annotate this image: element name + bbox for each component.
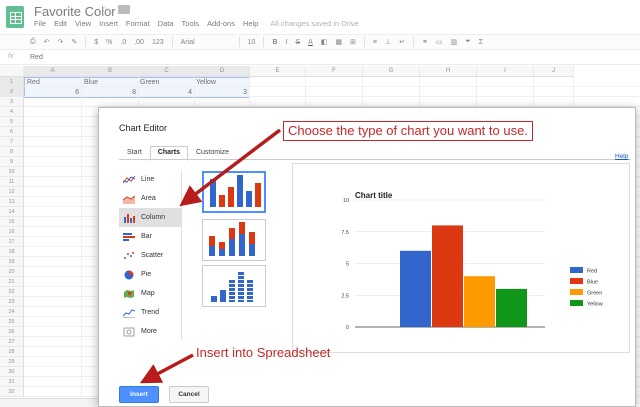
arrow-to-insert (139, 353, 194, 384)
annotation-arrows (139, 128, 282, 384)
arrow-to-column (179, 128, 282, 207)
